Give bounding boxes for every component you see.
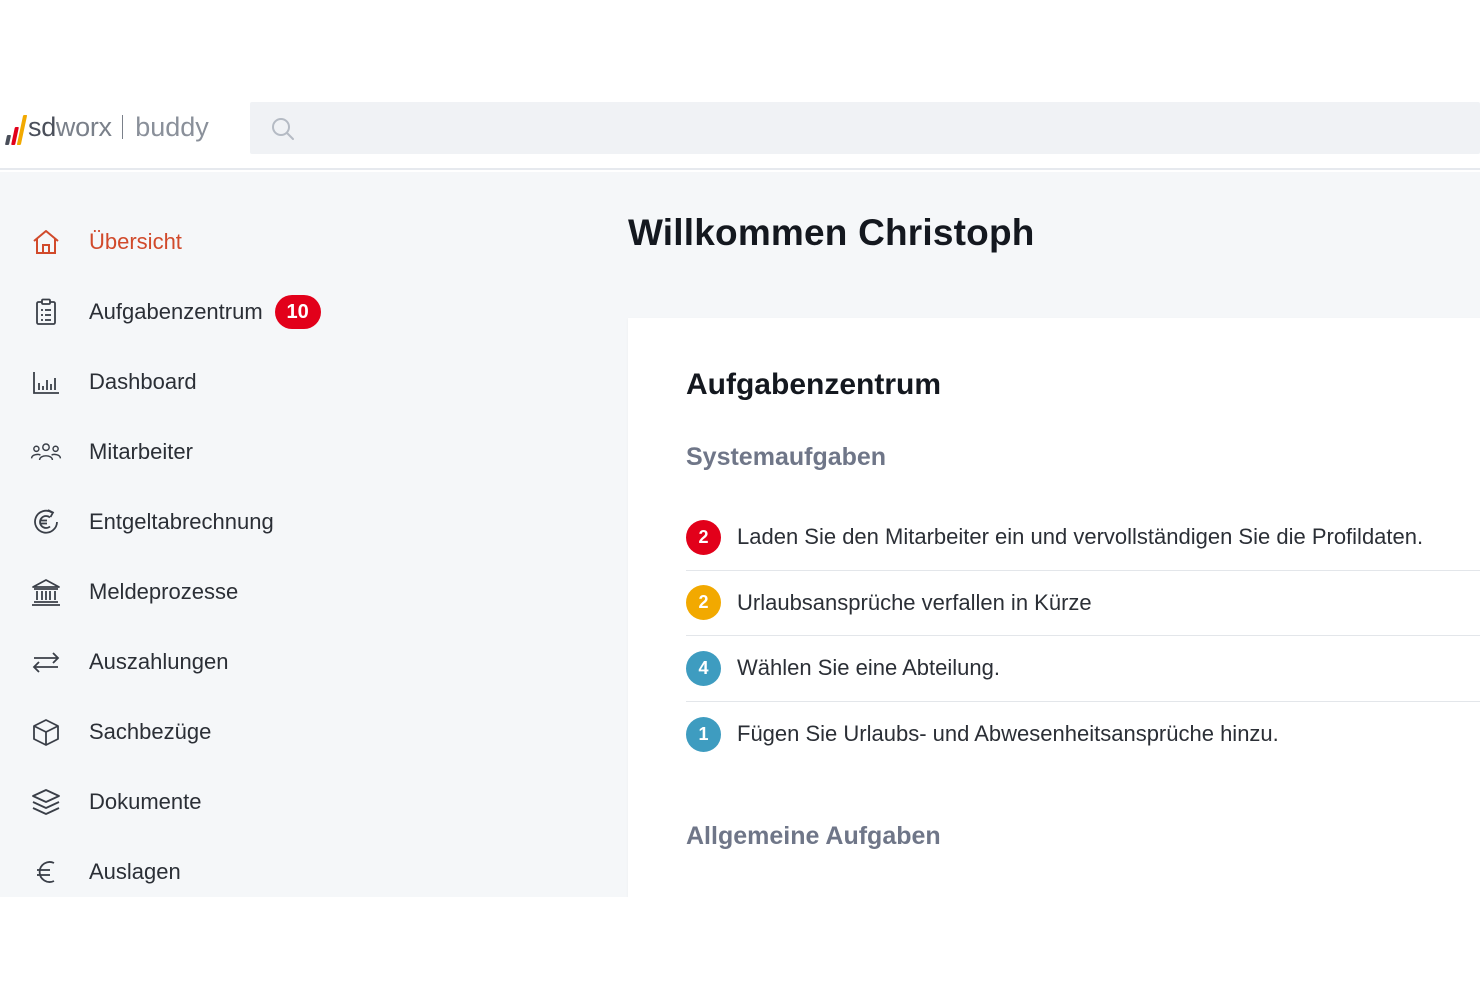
system-tasks-heading: Systemaufgaben	[686, 443, 887, 471]
task-center-card: Aufgabenzentrum Systemaufgaben 2 Laden S…	[628, 318, 1480, 897]
task-text: Urlaubsansprüche verfallen in Kürze	[737, 589, 1092, 615]
task-count-badge: 2	[686, 519, 721, 555]
sdworx-logo-icon	[4, 109, 28, 145]
task-count-badge: 1	[686, 716, 721, 752]
task-item[interactable]: 2 Urlaubsansprüche verfallen in Kürze	[686, 571, 1480, 636]
task-count-badge: 2	[686, 585, 721, 621]
home-icon	[30, 225, 74, 259]
task-item[interactable]: 2 Laden Sie den Mitarbeiter ein und verv…	[686, 505, 1480, 571]
sidebar-item-label: Mitarbeiter	[89, 439, 193, 464]
task-text: Laden Sie den Mitarbeiter ein und vervol…	[737, 524, 1424, 550]
sidebar-item-sachbezuege[interactable]: Sachbezüge	[30, 708, 211, 756]
sidebar-item-label: Auslagen	[89, 859, 181, 884]
euro-icon	[30, 855, 74, 889]
search-input[interactable]	[250, 102, 1480, 154]
sidebar-item-label: Übersicht	[89, 229, 182, 254]
sidebar-item-label: Entgeltabrechnung	[89, 509, 274, 534]
sidebar-item-mitarbeiter[interactable]: Mitarbeiter	[30, 428, 193, 476]
sidebar-item-meldeprozesse[interactable]: Meldeprozesse	[30, 568, 238, 616]
sidebar-item-aufgabenzentrum[interactable]: Aufgabenzentrum 10	[30, 288, 321, 336]
government-building-icon	[30, 575, 74, 609]
page-bottom-margin	[0, 897, 1480, 987]
euro-cycle-icon	[30, 505, 74, 539]
logo-product-name: buddy	[135, 111, 209, 142]
task-text: Wählen Sie eine Abteilung.	[737, 655, 1000, 681]
general-tasks-heading: Allgemeine Aufgaben	[686, 822, 941, 850]
sidebar-item-dokumente[interactable]: Dokumente	[30, 778, 202, 826]
sidebar-item-auslagen[interactable]: Auslagen	[30, 848, 181, 896]
sidebar-item-uebersicht[interactable]: Übersicht	[30, 218, 182, 266]
task-count-badge: 10	[274, 295, 321, 329]
sidebar: Übersicht Aufgabenzentrum 10 Dashboard M…	[0, 172, 628, 897]
layers-icon	[30, 785, 74, 819]
system-task-list: 2 Laden Sie den Mitarbeiter ein und verv…	[686, 505, 1480, 767]
sidebar-item-label: Auszahlungen	[89, 649, 229, 674]
sidebar-item-label: Meldeprozesse	[89, 579, 239, 604]
top-bar: sdworx buddy	[0, 100, 1480, 170]
sidebar-item-entgeltabrechnung[interactable]: Entgeltabrechnung	[30, 498, 274, 546]
users-icon	[30, 435, 74, 469]
box-icon	[30, 715, 74, 749]
sidebar-item-label: Dashboard	[89, 369, 197, 394]
card-title: Aufgabenzentrum	[686, 368, 941, 401]
bar-chart-icon	[30, 365, 74, 399]
sidebar-item-auszahlungen[interactable]: Auszahlungen	[30, 638, 228, 686]
clipboard-icon	[30, 295, 74, 329]
task-count-badge: 4	[686, 650, 721, 686]
sidebar-item-label: Dokumente	[89, 789, 202, 814]
search-icon	[272, 118, 294, 140]
task-text: Fügen Sie Urlaubs- und Abwesenheitsanspr…	[737, 721, 1279, 747]
sidebar-item-label: Aufgabenzentrum	[89, 299, 263, 324]
transfer-arrows-icon	[30, 645, 74, 679]
app-frame: sdworx buddy Übersicht Aufgabenzentrum 1…	[0, 0, 1480, 987]
task-item[interactable]: 4 Wählen Sie eine Abteilung.	[686, 636, 1480, 702]
logo-divider	[121, 115, 124, 139]
sdworx-buddy-logo[interactable]: sdworx buddy	[4, 104, 209, 150]
sidebar-item-label: Sachbezüge	[89, 719, 212, 744]
sidebar-item-dashboard[interactable]: Dashboard	[30, 358, 197, 406]
page-title: Willkommen Christoph	[628, 212, 1035, 253]
logo-brand-text: sdworx	[28, 111, 112, 142]
task-item[interactable]: 1 Fügen Sie Urlaubs- und Abwesenheitsans…	[686, 702, 1480, 768]
